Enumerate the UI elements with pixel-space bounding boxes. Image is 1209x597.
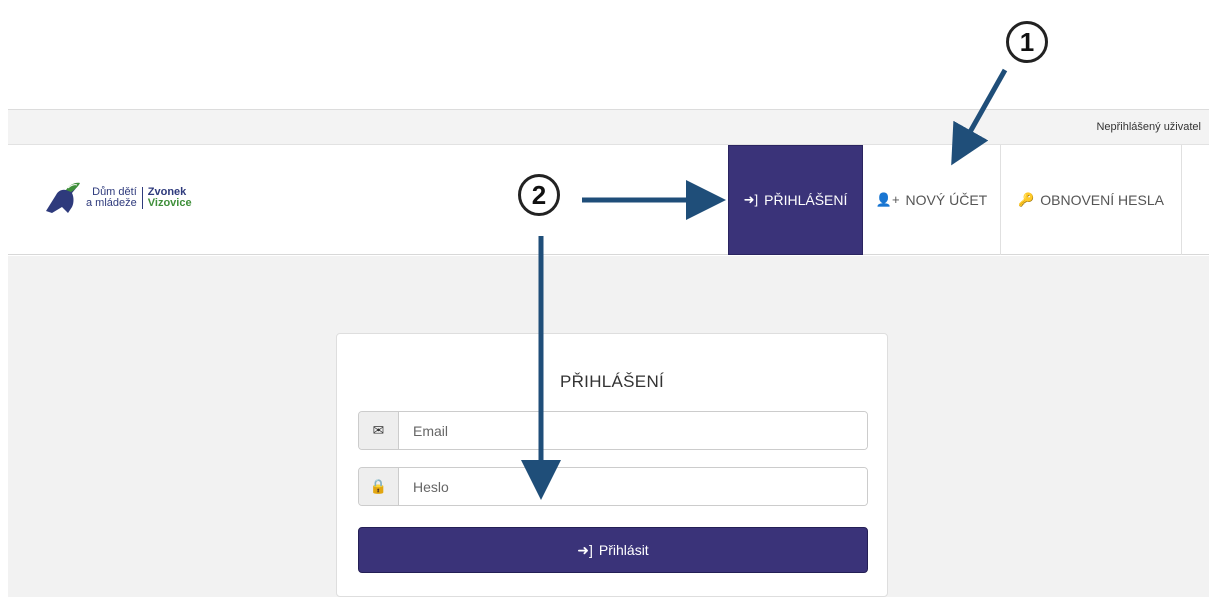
logo-line-4: Vizovice [147,197,192,209]
sign-in-icon: ➜] [743,192,759,207]
envelope-icon: ✉ [359,412,399,449]
logo-right-text: Zvonek Vizovice [143,187,192,209]
nav-login-label: PŘIHLÁŠENÍ [764,192,848,208]
login-card: PŘIHLÁŠENÍ ✉ 🔒 ➜] Přihlásit [336,333,888,597]
sign-in-icon: ➜] [577,541,593,558]
email-field[interactable] [399,412,867,449]
login-button-label: Přihlásit [598,542,649,558]
logo-left-text: Dům dětí a mládeže [86,187,143,209]
email-input-group: ✉ [358,411,868,450]
nav-reset-password[interactable]: 🔑 OBNOVENÍ HESLA [1001,145,1182,255]
password-input-group: 🔒 [358,467,868,506]
login-title: PŘIHLÁŠENÍ [559,372,665,391]
nav-new-account-label: NOVÝ ÚČET [905,192,988,208]
user-plus-icon: 👤+ [875,192,900,207]
lock-icon: 🔒 [359,468,399,505]
bell-logo-icon [46,182,80,213]
key-icon: 🔑 [1018,192,1035,207]
nav-login[interactable]: ➜] PŘIHLÁŠENÍ [728,145,863,255]
nav-reset-password-label: OBNOVENÍ HESLA [1040,192,1164,208]
logo[interactable]: Dům dětí a mládeže Zvonek Vizovice [44,181,192,215]
user-status-text: Nepřihlášený uživatel [1096,121,1201,133]
logo-line-2: a mládeže [86,197,137,209]
logo-text: Dům dětí a mládeže Zvonek Vizovice [86,187,192,209]
page: Nepřihlášený uživatel Dům dětí a mládeže… [0,0,1209,597]
status-bar: Nepřihlášený uživatel [8,109,1209,145]
main-nav: ➜] PŘIHLÁŠENÍ 👤+ NOVÝ ÚČET 🔑 OBNOVENÍ HE… [728,145,1182,255]
main-content: PŘIHLÁŠENÍ ✉ 🔒 ➜] Přihlásit [8,256,1209,597]
navbar: Dům dětí a mládeže Zvonek Vizovice ➜] PŘ… [8,145,1209,255]
annotation-marker-1: 1 [1006,21,1048,63]
password-field[interactable] [399,468,867,505]
nav-new-account[interactable]: 👤+ NOVÝ ÚČET [863,145,1001,255]
annotation-marker-2: 2 [518,174,560,216]
login-button[interactable]: ➜] Přihlásit [358,527,868,573]
